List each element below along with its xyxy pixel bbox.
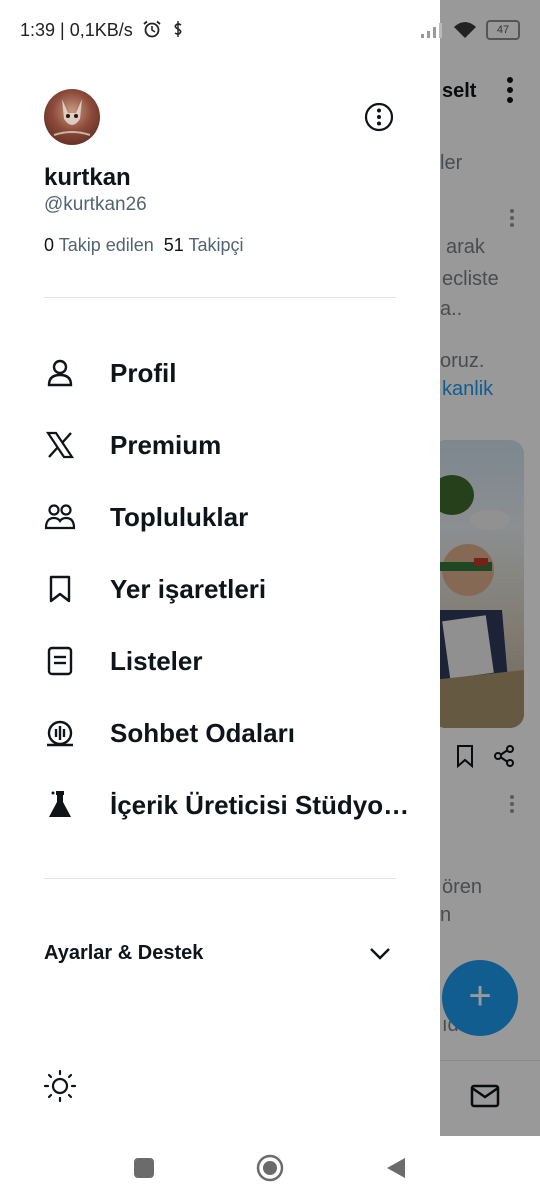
- avatar[interactable]: [44, 89, 100, 145]
- followers-link[interactable]: 51 Takipçi: [164, 235, 244, 256]
- back-button[interactable]: [378, 1150, 414, 1186]
- menu-item-spaces[interactable]: Sohbet Odaları: [44, 705, 414, 761]
- menu-item-label: İçerik Üreticisi Stüdyosu: [110, 789, 410, 820]
- display-name[interactable]: kurtkan: [44, 164, 131, 192]
- status-right: 47: [420, 20, 520, 40]
- spaces-icon: [44, 717, 76, 749]
- followers-count: 51: [163, 235, 184, 255]
- follow-stats: 0 Takip edilen 51 Takipçi: [44, 235, 244, 256]
- divider: [44, 878, 396, 879]
- menu-item-premium[interactable]: Premium: [44, 417, 414, 473]
- signal-icon: [421, 23, 442, 38]
- menu-item-lists[interactable]: Listeler: [44, 633, 414, 689]
- square-icon: [134, 1158, 154, 1178]
- following-count: 0: [44, 235, 55, 255]
- settings-support-label: Ayarlar & Destek: [44, 941, 204, 964]
- settings-support-toggle[interactable]: Ayarlar & Destek: [44, 932, 396, 974]
- dollar-icon: [174, 21, 182, 37]
- bookmark-icon: [44, 573, 76, 605]
- back-triangle-icon: [387, 1158, 405, 1178]
- menu-item-bookmarks[interactable]: Yer işaretleri: [44, 561, 414, 617]
- chevron-down-icon: [370, 948, 390, 960]
- battery-indicator: 47: [486, 20, 520, 40]
- divider: [44, 297, 396, 298]
- menu-item-profile[interactable]: Profil: [44, 345, 414, 401]
- menu-item-creator-studio[interactable]: İçerik Üreticisi Stüdyosu: [44, 777, 414, 833]
- theme-toggle-button[interactable]: [42, 1068, 78, 1104]
- status-bar: 1:39 | 0,1KB/s 47: [0, 0, 540, 64]
- user-handle[interactable]: @kurtkan26: [44, 194, 147, 216]
- navigation-drawer: kurtkan @kurtkan26 0 Takip edilen 51 Tak…: [0, 0, 440, 1200]
- menu-item-label: Premium: [110, 429, 222, 460]
- status-left: 1:39 | 0,1KB/s: [20, 20, 185, 41]
- recents-button[interactable]: [126, 1150, 162, 1186]
- drawer-scrim[interactable]: [440, 0, 540, 1200]
- following-link[interactable]: 0 Takip edilen: [44, 235, 154, 256]
- alarm-icon: [143, 20, 161, 38]
- menu-item-label: Yer işaretleri: [110, 573, 267, 604]
- followers-label: Takipçi: [188, 235, 244, 255]
- list-icon: [44, 645, 76, 677]
- account-options-button[interactable]: [363, 101, 395, 133]
- more-options-icon: [364, 102, 394, 132]
- time-network: 1:39 | 0,1KB/s: [20, 20, 133, 40]
- menu-item-label: Profil: [110, 357, 177, 388]
- system-nav-bar: [0, 1136, 540, 1200]
- home-button[interactable]: [252, 1150, 288, 1186]
- communities-icon: [44, 501, 76, 533]
- menu-item-label: Listeler: [110, 645, 203, 676]
- menu-item-communities[interactable]: Topluluklar: [44, 489, 414, 545]
- home-circle-icon: [256, 1154, 284, 1182]
- sun-icon: [43, 1069, 77, 1103]
- menu-item-label: Topluluklar: [110, 501, 249, 532]
- wifi-icon: [454, 22, 476, 38]
- following-label: Takip edilen: [58, 235, 154, 255]
- avatar-image: [53, 99, 91, 136]
- menu-item-label: Sohbet Odaları: [110, 717, 295, 748]
- x-logo-icon: [44, 429, 76, 461]
- person-icon: [44, 357, 76, 389]
- flask-icon: [44, 789, 76, 821]
